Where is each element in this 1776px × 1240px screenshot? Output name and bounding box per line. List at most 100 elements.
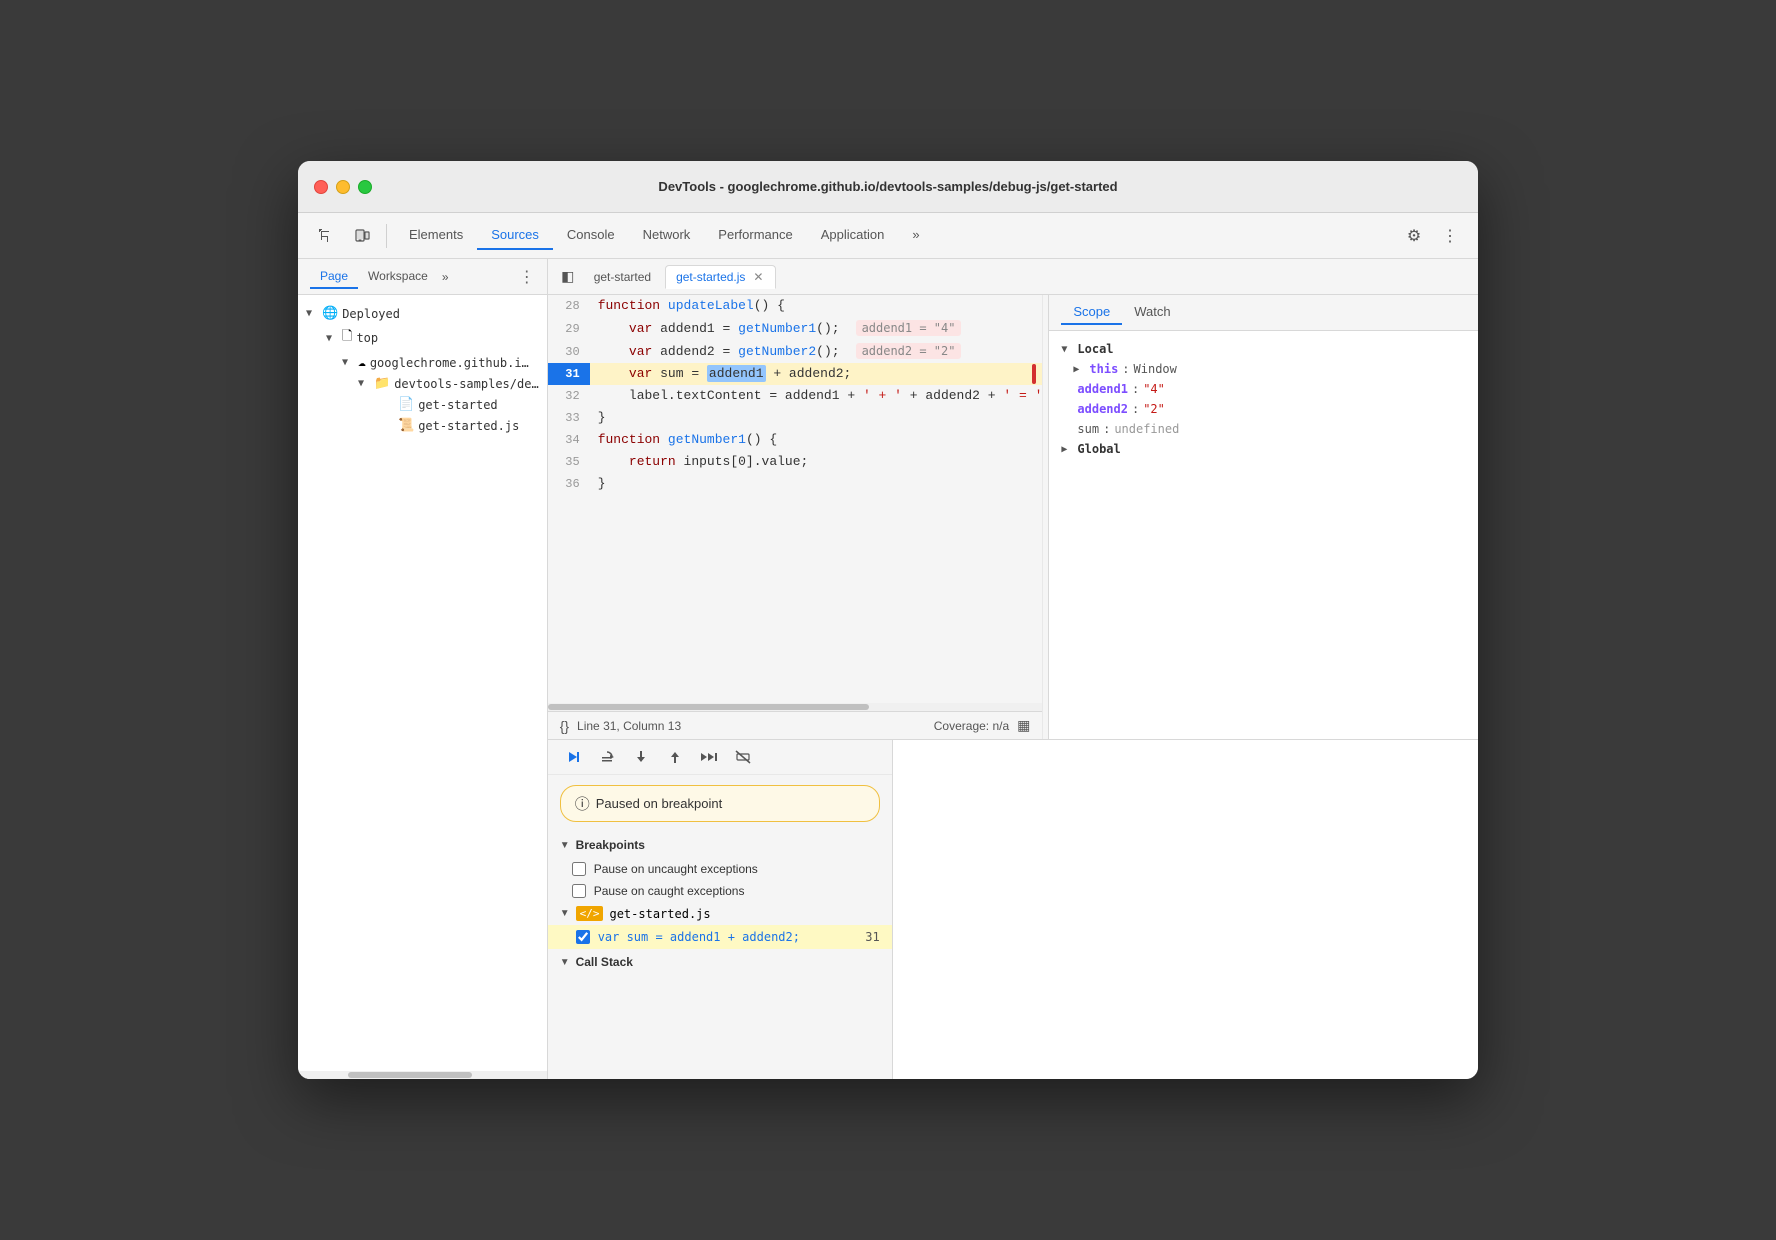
call-stack-label: Call Stack <box>576 955 633 969</box>
scope-local-label: Local <box>1077 342 1113 356</box>
step-btn[interactable] <box>696 746 722 768</box>
window-title: DevTools - googlechrome.github.io/devtoo… <box>658 179 1117 194</box>
scope-addend2[interactable]: addend2 : "2" <box>1049 399 1478 419</box>
navigator-toggle[interactable]: ◧ <box>556 265 580 289</box>
step-into-btn[interactable] <box>628 746 654 768</box>
line-content-32: label.textContent = addend1 + ' + ' + ad… <box>590 385 1043 407</box>
code-scrollbar-thumb[interactable] <box>548 704 870 710</box>
breakpoints-header[interactable]: ▼ Breakpoints <box>548 832 892 858</box>
resume-btn[interactable] <box>560 746 586 768</box>
left-tab-page[interactable]: Page <box>310 265 358 289</box>
scope-local-header[interactable]: ▼ Local <box>1049 339 1478 359</box>
file-icon: 📄 <box>398 397 414 412</box>
tab-console[interactable]: Console <box>553 221 629 250</box>
tab-sources[interactable]: Sources <box>477 221 553 250</box>
deployed-label: Deployed <box>342 307 400 321</box>
devtools-window: DevTools - googlechrome.github.io/devtoo… <box>298 161 1478 1079</box>
call-stack-arrow: ▼ <box>560 957 570 968</box>
main-content: Page Workspace » ⋮ ▼ 🌐 Deployed ▼ 🗋 top <box>298 259 1478 1079</box>
code-line-34: 34 function getNumber1() { <box>548 429 1043 451</box>
tree-item-devtools-samples[interactable]: ▼ 📁 devtools-samples/de… <box>298 373 547 394</box>
left-scrollbar-thumb[interactable] <box>348 1072 472 1078</box>
breakpoint-file-header[interactable]: ▼ </> get-started.js <box>548 902 892 925</box>
close-button[interactable] <box>314 180 328 194</box>
tree-item-deployed[interactable]: ▼ 🌐 Deployed <box>298 303 547 324</box>
deactivate-bp-btn[interactable] <box>730 746 756 768</box>
scope-addend1-colon: : <box>1132 382 1139 396</box>
coverage-icon[interactable]: ▦ <box>1017 717 1030 734</box>
left-tab-more[interactable]: » <box>442 270 449 284</box>
get-started-label: get-started <box>418 398 497 412</box>
status-right: Coverage: n/a ▦ <box>934 717 1031 734</box>
scope-sum[interactable]: sum : undefined <box>1049 419 1478 439</box>
step-out-btn[interactable] <box>662 746 688 768</box>
toolbar-divider-1 <box>386 224 387 248</box>
toolbar-right: ⚙ ⋮ <box>1398 222 1466 250</box>
line-content-36: } <box>590 473 606 495</box>
tree-item-github[interactable]: ▼ ☁ googlechrome.github.i… <box>298 352 547 373</box>
tree-item-get-started-js[interactable]: 📜 get-started.js <box>298 415 547 436</box>
tab-elements[interactable]: Elements <box>395 221 477 250</box>
line-content-31: var sum = addend1 + addend2; <box>590 363 852 385</box>
inspect-element-btn[interactable] <box>310 222 342 250</box>
bp-checkbox[interactable] <box>576 930 590 944</box>
scope-arrow-global: ▶ <box>1061 444 1073 455</box>
tree-item-top[interactable]: ▼ 🗋 top <box>298 324 547 352</box>
editor-tab-close[interactable]: ✕ <box>751 270 765 284</box>
tree-arrow-devtools-samples: ▼ <box>358 378 370 389</box>
scope-addend1-key: addend1 <box>1077 382 1128 396</box>
scope-tab-watch[interactable]: Watch <box>1122 300 1182 325</box>
line-content-30: var addend2 = getNumber2();addend2 = "2" <box>590 340 962 363</box>
minimize-button[interactable] <box>336 180 350 194</box>
pretty-print-icon[interactable]: {} <box>560 718 569 734</box>
breakpoint-item[interactable]: var sum = addend1 + addend2; 31 <box>548 925 892 949</box>
scope-global-header[interactable]: ▶ Global Window <box>1049 439 1478 459</box>
bottom-panels: ⓘ Paused on breakpoint ▼ Breakpoints Pau… <box>548 739 1478 1079</box>
left-scrollbar[interactable] <box>298 1071 547 1079</box>
line-content-34: function getNumber1() { <box>590 429 777 451</box>
editor-tab-get-started-js[interactable]: get-started.js ✕ <box>665 265 776 289</box>
left-tab-menu-icon[interactable]: ⋮ <box>519 267 535 287</box>
settings-button[interactable]: ⚙ <box>1398 222 1430 250</box>
code-line-36: 36 } <box>548 473 1043 495</box>
inspect-icon <box>318 228 334 244</box>
call-stack-header[interactable]: ▼ Call Stack <box>548 949 892 975</box>
zoom-button[interactable] <box>358 180 372 194</box>
editor-tab-label-2: get-started.js <box>676 270 745 284</box>
left-tab-workspace[interactable]: Workspace <box>358 265 438 289</box>
breakpoint-marker <box>1032 364 1036 384</box>
step-over-btn[interactable] <box>594 746 620 768</box>
scope-tab-scope[interactable]: Scope <box>1061 300 1122 325</box>
code-scrollbar[interactable] <box>548 703 1043 711</box>
scope-addend1-value: "4" <box>1143 382 1165 396</box>
line-num-34: 34 <box>548 429 590 451</box>
code-area-wrapper: 28 function updateLabel() { 29 var adden… <box>548 295 1043 739</box>
tree-arrow-top: ▼ <box>326 333 338 344</box>
js-file-icon: 📜 <box>398 418 414 433</box>
device-toolbar-btn[interactable] <box>346 222 378 250</box>
line-num-30: 30 <box>548 341 590 363</box>
pause-caught-checkbox[interactable] <box>572 884 586 898</box>
editor-tab-get-started[interactable]: get-started <box>584 266 661 288</box>
tab-more[interactable]: » <box>898 221 933 250</box>
code-editor[interactable]: 28 function updateLabel() { 29 var adden… <box>548 295 1043 703</box>
github-icon: ☁ <box>358 355 366 370</box>
tree-item-get-started[interactable]: 📄 get-started <box>298 394 547 415</box>
line-num-31: 31 <box>548 363 590 385</box>
tab-performance[interactable]: Performance <box>704 221 806 250</box>
scope-this[interactable]: ▶ this : Window <box>1049 359 1478 379</box>
pause-uncaught-checkbox-row[interactable]: Pause on uncaught exceptions <box>548 858 892 880</box>
pause-uncaught-checkbox[interactable] <box>572 862 586 876</box>
tab-application[interactable]: Application <box>807 221 899 250</box>
scope-addend2-colon: : <box>1132 402 1139 416</box>
code-line-29: 29 var addend1 = getNumber1();addend1 = … <box>548 317 1043 340</box>
pause-caught-checkbox-row[interactable]: Pause on caught exceptions <box>548 880 892 902</box>
line-content-28: function updateLabel() { <box>590 295 785 317</box>
pause-uncaught-label: Pause on uncaught exceptions <box>594 862 758 876</box>
line-num-28: 28 <box>548 295 590 317</box>
scope-addend2-key: addend2 <box>1077 402 1128 416</box>
scope-addend1[interactable]: addend1 : "4" <box>1049 379 1478 399</box>
more-options-button[interactable]: ⋮ <box>1434 222 1466 250</box>
code-line-30: 30 var addend2 = getNumber2();addend2 = … <box>548 340 1043 363</box>
tab-network[interactable]: Network <box>629 221 705 250</box>
